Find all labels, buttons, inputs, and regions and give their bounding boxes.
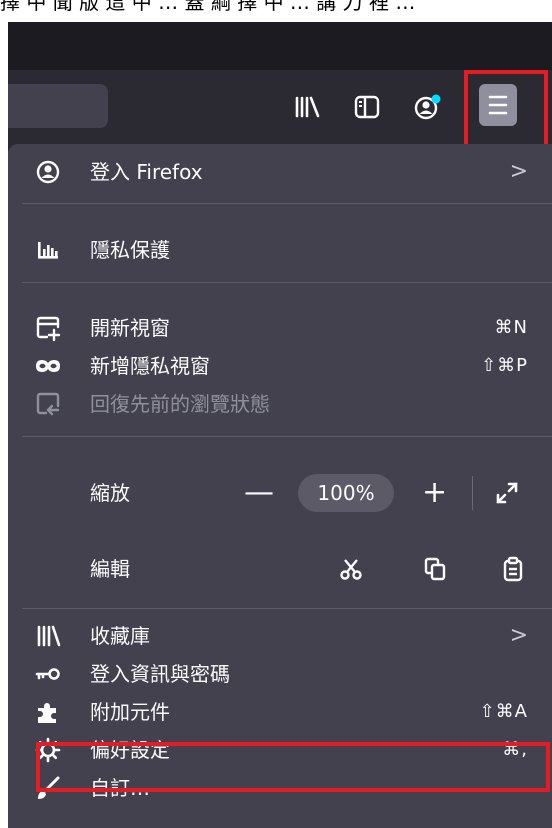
edit-label: 編輯: [90, 557, 130, 581]
zoom-out-button[interactable]: —: [244, 474, 274, 512]
address-bar[interactable]: [8, 84, 108, 128]
new-window-icon: [34, 314, 62, 342]
zoom-reset-button[interactable]: 100%: [298, 474, 394, 512]
menu-item-new-window[interactable]: 開新視窗 ⌘N: [8, 314, 552, 342]
edit-controls: 編輯: [8, 550, 552, 588]
menu-item-signin[interactable]: 登入 Firefox >: [8, 158, 552, 186]
scissors-icon[interactable]: [338, 556, 364, 582]
menu-item-new-private-window[interactable]: 新增隱私視窗 ⇧⌘P: [8, 352, 552, 380]
library-icon: [34, 622, 62, 650]
divider: [22, 436, 552, 437]
private-mask-icon: [34, 352, 62, 380]
firefox-window: 登入 Firefox > 隱私保護 開新視窗 ⌘N 新增隱私視窗 ⇧⌘P 回復先…: [8, 22, 552, 828]
tab-bar: [8, 22, 552, 70]
divider: [472, 476, 473, 510]
zoom-label: 縮放: [90, 481, 130, 505]
library-icon[interactable]: [292, 92, 322, 122]
navigation-toolbar: [8, 70, 552, 148]
puzzle-icon: [34, 698, 62, 726]
copy-icon[interactable]: [422, 556, 448, 582]
menu-item-label: 收藏庫: [90, 624, 150, 648]
chart-icon: [34, 236, 62, 264]
menu-item-logins-passwords[interactable]: 登入資訊與密碼: [8, 660, 552, 688]
sidebar-icon[interactable]: [352, 92, 382, 122]
menu-item-label: 開新視窗: [90, 316, 170, 340]
menu-item-label: 回復先前的瀏覽狀態: [90, 392, 270, 416]
menu-item-label: 登入資訊與密碼: [90, 662, 230, 686]
menu-button-highlight: [464, 70, 548, 148]
zoom-controls: 縮放 — 100% +: [8, 474, 552, 512]
chevron-right-icon: >: [509, 159, 528, 184]
top-caption-cut-text: 擇 中 聞 版 這 中 … 蓋 綱 擇 中 … 講 刀 裡 …: [0, 0, 416, 14]
app-menu-panel: 登入 Firefox > 隱私保護 開新視窗 ⌘N 新增隱私視窗 ⇧⌘P 回復先…: [8, 144, 552, 828]
shortcut-text: ⌘N: [494, 317, 528, 338]
zoom-in-button[interactable]: +: [422, 474, 447, 512]
divider: [22, 608, 552, 609]
chevron-right-icon: >: [509, 623, 528, 648]
fullscreen-icon[interactable]: [494, 480, 520, 506]
paste-icon[interactable]: [500, 556, 526, 582]
menu-item-restore-session[interactable]: 回復先前的瀏覽狀態: [8, 390, 552, 418]
account-icon[interactable]: [412, 92, 442, 122]
menu-item-addons[interactable]: 附加元件 ⇧⌘A: [8, 698, 552, 726]
shortcut-text: ⇧⌘P: [481, 355, 528, 376]
restore-session-icon: [34, 390, 62, 418]
menu-item-label: 隱私保護: [90, 238, 170, 262]
menu-item-label: 登入 Firefox: [90, 160, 203, 184]
divider: [22, 282, 552, 283]
divider: [22, 203, 552, 204]
menu-item-label: 附加元件: [90, 700, 170, 724]
preferences-highlight: [36, 742, 550, 792]
shortcut-text: ⇧⌘A: [479, 701, 528, 722]
menu-item-privacy-protections[interactable]: 隱私保護: [8, 236, 552, 264]
menu-item-library[interactable]: 收藏庫 >: [8, 622, 552, 650]
account-circle-icon: [34, 158, 62, 186]
menu-item-label: 新增隱私視窗: [90, 354, 210, 378]
key-icon: [34, 660, 62, 688]
